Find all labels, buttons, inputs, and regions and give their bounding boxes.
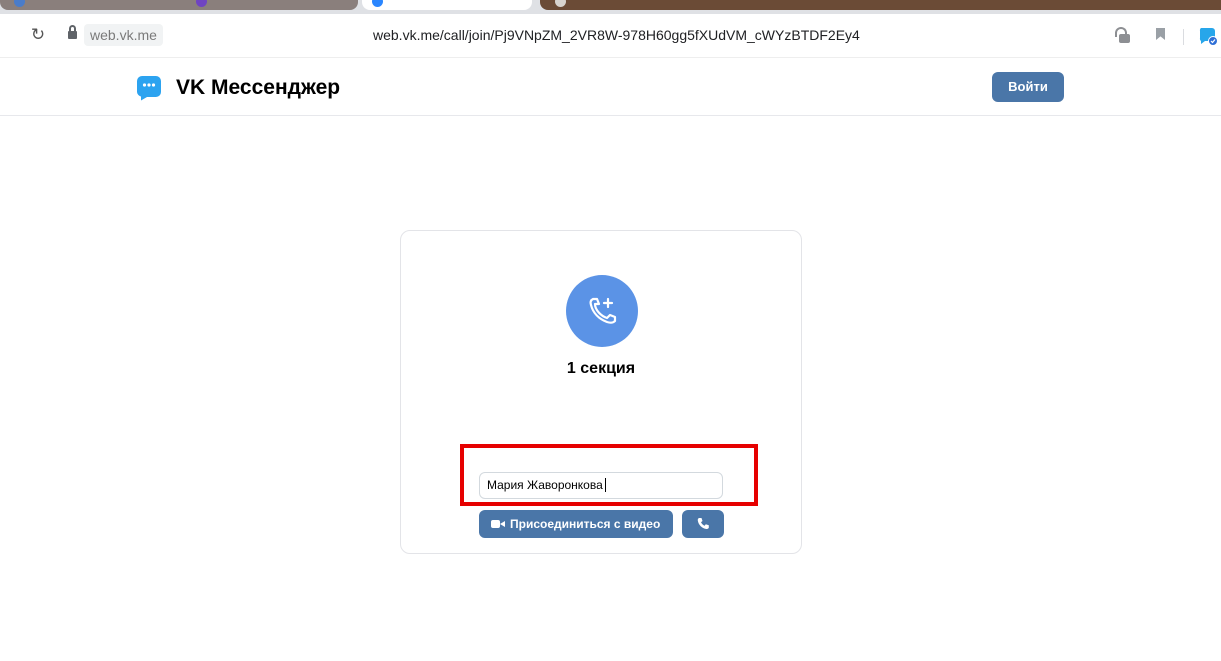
url-field[interactable]: web.vk.me/call/join/Pj9VNpZM_2VR8W-978H6…	[373, 24, 860, 46]
brand-title[interactable]: VK Мессенджер	[176, 75, 340, 101]
join-with-video-button[interactable]: Присоединиться с видео	[479, 510, 673, 538]
join-audio-button[interactable]	[682, 510, 724, 538]
lock-icon[interactable]	[68, 25, 77, 40]
call-avatar	[566, 275, 638, 347]
join-call-card: 1 секция Мария Жаворонкова Присоединитьс…	[400, 230, 802, 554]
vk-messenger-logo-icon[interactable]	[136, 75, 162, 101]
toolbar-divider	[1183, 29, 1184, 45]
vk-extension-icon[interactable]	[1198, 26, 1218, 46]
name-input-value: Мария Жаворонкова	[487, 478, 603, 492]
extension-key-icon[interactable]	[1114, 26, 1132, 44]
domain-chip[interactable]: web.vk.me	[84, 24, 163, 46]
login-button[interactable]: Войти	[992, 72, 1064, 102]
browser-tab[interactable]	[0, 0, 358, 10]
site-header: VK Мессенджер Войти	[0, 58, 1221, 116]
browser-tab[interactable]	[540, 0, 1221, 10]
name-input[interactable]: Мария Жаворонкова	[479, 472, 723, 499]
video-camera-icon	[491, 519, 505, 529]
reload-icon[interactable]: ↻	[30, 26, 46, 43]
phone-icon	[697, 518, 709, 530]
bookmark-icon[interactable]	[1152, 26, 1170, 44]
call-title: 1 секция	[566, 360, 636, 377]
phone-plus-icon	[589, 297, 617, 324]
browser-tab-active[interactable]	[362, 0, 532, 10]
text-caret	[604, 478, 606, 492]
join-with-video-label: Присоединиться с видео	[510, 517, 661, 531]
browser-address-bar: ↻ web.vk.me web.vk.me/call/join/Pj9VNpZM…	[0, 14, 1221, 58]
browser-tab-strip	[0, 0, 1221, 14]
